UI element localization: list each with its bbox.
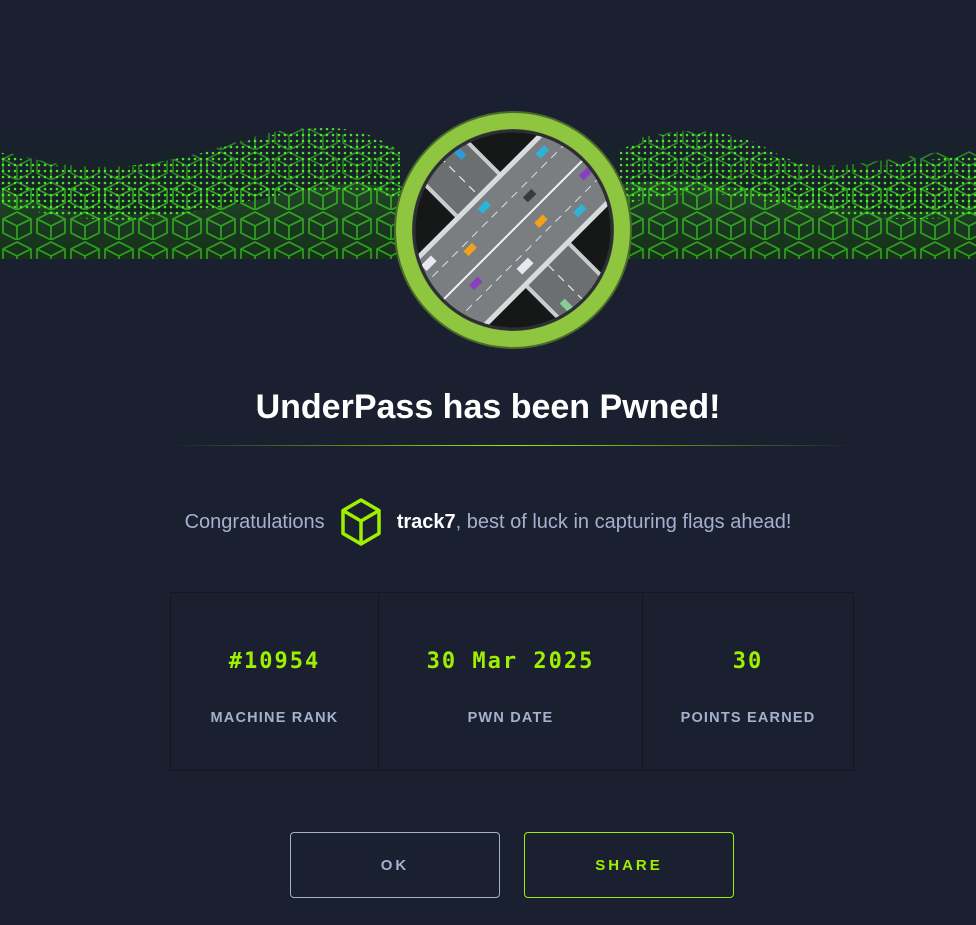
stat-pwn-date: 30 Mar 2025 PWN DATE bbox=[379, 593, 643, 770]
congratulations-message: Congratulations track7 , best of luck in… bbox=[0, 496, 976, 548]
congratulations-label: Congratulations bbox=[184, 510, 325, 533]
stat-label: PWN DATE bbox=[467, 710, 554, 726]
machine-avatar bbox=[393, 110, 633, 350]
stat-value: 30 Mar 2025 bbox=[426, 649, 595, 674]
stat-machine-rank: #10954 MACHINE RANK bbox=[171, 593, 379, 770]
stat-value: 30 bbox=[732, 649, 764, 674]
stat-points-earned: 30 POINTS EARNED bbox=[643, 593, 853, 770]
share-button[interactable]: SHARE bbox=[524, 832, 734, 898]
page-title: UnderPass has been Pwned! bbox=[255, 388, 721, 426]
stat-label: POINTS EARNED bbox=[680, 710, 816, 726]
stat-value: #10954 bbox=[228, 649, 321, 674]
stats-panel: #10954 MACHINE RANK 30 Mar 2025 PWN DATE… bbox=[170, 592, 854, 771]
ok-button[interactable]: OK bbox=[290, 832, 500, 898]
congratulations-tail: , best of luck in capturing flags ahead! bbox=[455, 510, 792, 533]
stat-label: MACHINE RANK bbox=[210, 710, 339, 726]
username: track7 bbox=[396, 510, 456, 533]
title-divider bbox=[170, 445, 854, 446]
cube-icon bbox=[340, 498, 381, 546]
highway-underpass-image bbox=[394, 111, 632, 349]
